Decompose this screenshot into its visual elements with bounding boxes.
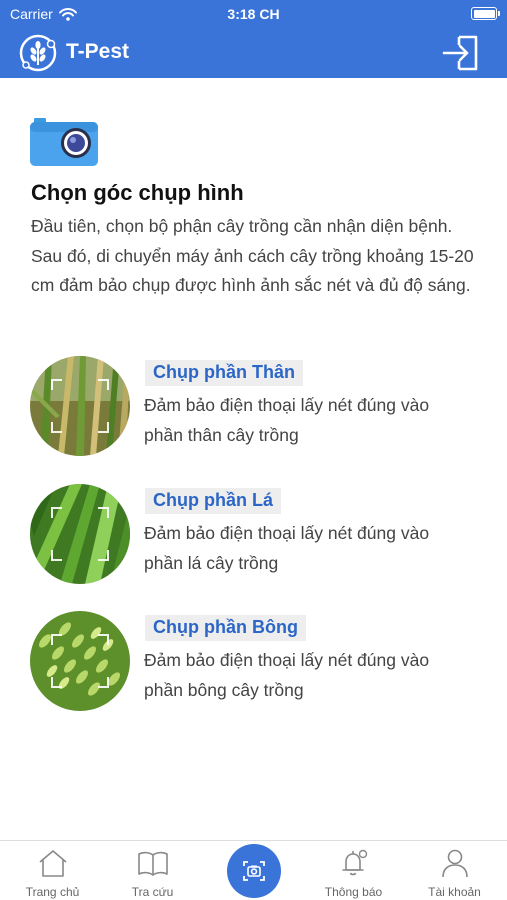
capture-panicle-option[interactable]: Chụp phần Bông Đảm bảo điện thoại lấy né… xyxy=(30,611,480,711)
book-icon xyxy=(138,851,168,876)
logout-icon[interactable] xyxy=(441,34,481,72)
leaf-option-description: Đảm bảo điện thoại lấy nét đúng vào phần… xyxy=(144,523,430,573)
status-time: 3:18 CH xyxy=(227,6,280,22)
section-title: Chọn góc chụp hình xyxy=(31,180,244,205)
camera-scan-icon xyxy=(243,861,265,881)
capture-stem-option[interactable]: Chụp phần Thân Đảm bảo điện thoại lấy né… xyxy=(30,356,480,456)
capture-leaf-option[interactable]: Chụp phần Lá Đảm bảo điện thoại lấy nét … xyxy=(30,484,480,584)
panicle-thumbnail xyxy=(30,611,130,711)
home-icon xyxy=(39,850,67,877)
app-title: T-Pest xyxy=(66,40,130,63)
bell-icon xyxy=(342,849,368,876)
tab-notifications[interactable]: Thông báo xyxy=(303,841,404,900)
app-header: T-Pest xyxy=(0,28,507,78)
bottom-tab-bar: Trang chủ Tra cứu Thông báo Tài khoản xyxy=(0,840,507,900)
panicle-option-title: Chụp phần Bông xyxy=(145,615,306,641)
user-icon xyxy=(442,849,468,878)
section-description: Đầu tiên, chọn bộ phận cây trồng cần nhậ… xyxy=(31,216,474,295)
status-bar: Carrier 3:18 CH xyxy=(0,0,507,28)
stem-option-title: Chụp phần Thân xyxy=(145,360,303,386)
tab-home[interactable]: Trang chủ xyxy=(2,841,103,900)
tab-account-label: Tài khoản xyxy=(428,885,481,899)
camera-icon xyxy=(30,118,98,166)
tab-lookup-label: Tra cứu xyxy=(131,885,174,899)
tab-home-label: Trang chủ xyxy=(25,885,80,899)
tab-camera[interactable] xyxy=(202,841,303,900)
battery-icon xyxy=(471,7,500,20)
stem-option-description: Đảm bảo điện thoại lấy nét đúng vào phần… xyxy=(144,395,430,445)
tab-notifications-label: Thông báo xyxy=(324,885,383,899)
panicle-option-description: Đảm bảo điện thoại lấy nét đúng vào phần… xyxy=(144,650,430,700)
tab-lookup[interactable]: Tra cứu xyxy=(102,841,203,900)
camera-fab[interactable] xyxy=(227,844,281,898)
leaf-thumbnail xyxy=(30,484,130,584)
tab-account[interactable]: Tài khoản xyxy=(404,841,505,900)
wheat-logo-icon xyxy=(19,34,57,72)
leaf-option-title: Chụp phần Lá xyxy=(145,488,281,514)
stem-thumbnail xyxy=(30,356,130,456)
